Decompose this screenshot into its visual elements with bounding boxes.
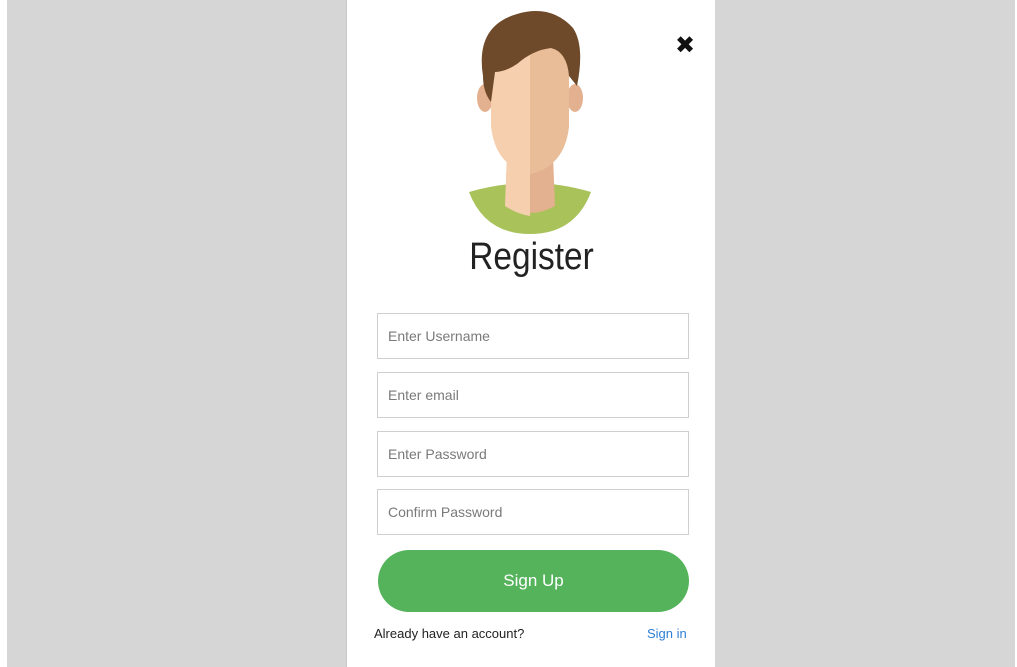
confirm-password-input[interactable] — [377, 489, 689, 535]
user-avatar-icon — [469, 11, 591, 234]
sign-in-link[interactable]: Sign in — [647, 626, 687, 641]
close-icon[interactable]: ✖ — [673, 32, 697, 58]
page-title: Register — [469, 236, 594, 278]
page-left-edge — [0, 0, 7, 667]
already-have-account-text: Already have an account? — [374, 626, 525, 641]
username-input[interactable] — [377, 313, 689, 359]
sign-up-button[interactable]: Sign Up — [378, 550, 689, 612]
password-input[interactable] — [377, 431, 689, 477]
register-modal: ✖ Register Sign Up Already have an accou… — [346, 0, 715, 667]
email-input[interactable] — [377, 372, 689, 418]
